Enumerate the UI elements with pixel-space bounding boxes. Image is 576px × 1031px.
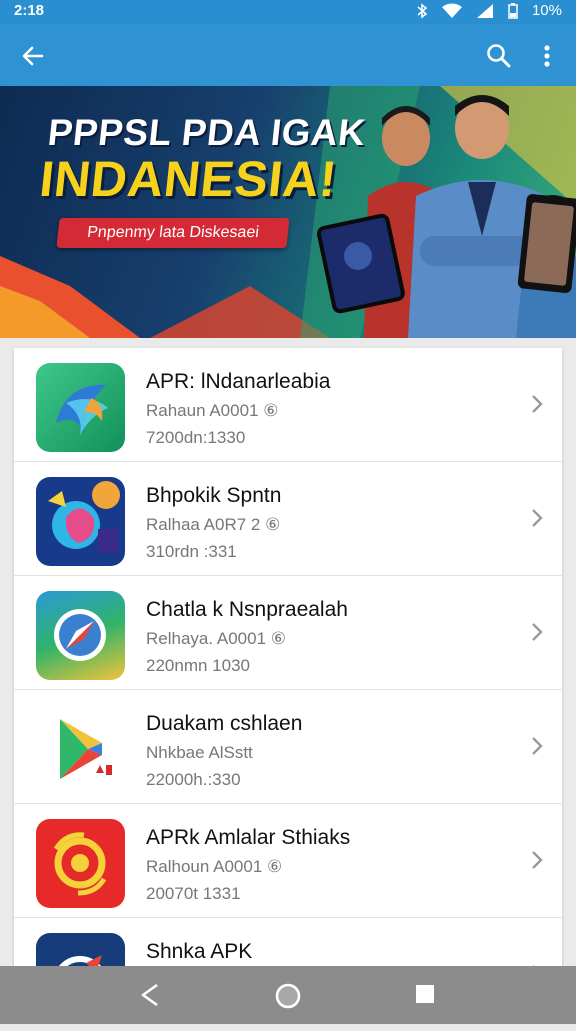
app-bar bbox=[0, 24, 576, 86]
app-subtitle: Relhaya. A0001 ⑥ bbox=[146, 629, 287, 648]
status-icons: 10% bbox=[416, 2, 562, 19]
app-name: Bhpokik Spntn bbox=[146, 484, 282, 507]
chevron-right-icon bbox=[532, 509, 543, 527]
list-item[interactable]: Bhpokik Spntn Ralhaa A0R7 2 ⑥ 310rdn :33… bbox=[14, 462, 562, 576]
home-circle-icon[interactable] bbox=[274, 982, 302, 1010]
red-swirl-app-icon bbox=[36, 819, 125, 908]
app-name: Chatla k Nsnpraealah bbox=[146, 598, 348, 621]
status-bar: 2:18 10% bbox=[0, 0, 576, 24]
more-vert-icon[interactable] bbox=[535, 41, 559, 71]
bluetooth-icon bbox=[417, 2, 428, 19]
app-subtitle: Ralhaa A0R7 2 ⑥ bbox=[146, 515, 281, 534]
search-icon[interactable] bbox=[484, 41, 514, 71]
list-item[interactable]: Chatla k Nsnpraealah Relhaya. A0001 ⑥ 22… bbox=[14, 576, 562, 690]
app-name: APR: lNdanarleabia bbox=[146, 370, 331, 393]
app-name: APRk Amlalar Sthiaks bbox=[146, 826, 351, 849]
app-meta: 20070t 1331 bbox=[146, 884, 241, 903]
app-subtitle: Ralhoun A0001 ⑥ bbox=[146, 857, 283, 876]
list-item[interactable]: Duakam cshlaen Nhkbae AlSstt 22000h.:330 bbox=[14, 690, 562, 804]
app-list: APR: lNdanarleabia Rahaun A0001 ⑥ 7200dn… bbox=[14, 348, 562, 1022]
colorful-blob-app-icon bbox=[36, 477, 125, 566]
banner-headline-line1: PPPSL PDA IGAK bbox=[45, 112, 368, 153]
chevron-right-icon bbox=[532, 395, 543, 413]
system-nav-bar bbox=[0, 966, 576, 1024]
app-name: Duakam cshlaen bbox=[146, 712, 303, 735]
recents-square-icon[interactable] bbox=[414, 982, 436, 1006]
banner-cta-button[interactable]: Pnpenmy lata Diskesaei bbox=[56, 218, 290, 248]
back-arrow-icon[interactable] bbox=[18, 41, 48, 71]
back-triangle-icon[interactable] bbox=[138, 982, 162, 1008]
swirl-app-icon bbox=[36, 363, 125, 452]
chevron-right-icon bbox=[532, 737, 543, 755]
promo-banner[interactable]: PPPSL PDA IGAK INDANESIA! Pnpenmy lata D… bbox=[0, 86, 576, 338]
list-item[interactable]: APRk Amlalar Sthiaks Ralhoun A0001 ⑥ 200… bbox=[14, 804, 562, 918]
chevron-right-icon bbox=[532, 851, 543, 869]
compass-app-icon bbox=[36, 591, 125, 680]
chevron-right-icon bbox=[532, 623, 543, 641]
list-item[interactable]: APR: lNdanarleabia Rahaun A0001 ⑥ 7200dn… bbox=[14, 348, 562, 462]
battery-icon bbox=[508, 2, 518, 19]
app-meta: 310rdn :331 bbox=[146, 542, 237, 561]
app-meta: 220nmn 1030 bbox=[146, 656, 250, 675]
signal-icon bbox=[476, 3, 493, 18]
wifi-icon bbox=[441, 3, 462, 18]
app-subtitle: Nhkbae AlSstt bbox=[146, 743, 253, 762]
battery-percent: 10% bbox=[531, 2, 562, 19]
banner-headline-line2: INDANESIA! bbox=[37, 151, 340, 207]
app-subtitle: Rahaun A0001 ⑥ bbox=[146, 401, 279, 420]
app-name: Shnka APK bbox=[146, 940, 253, 963]
app-meta: 7200dn:1330 bbox=[146, 428, 246, 447]
app-meta: 22000h.:330 bbox=[146, 770, 241, 789]
play-store-app-icon bbox=[36, 705, 125, 794]
status-time: 2:18 bbox=[14, 2, 45, 19]
